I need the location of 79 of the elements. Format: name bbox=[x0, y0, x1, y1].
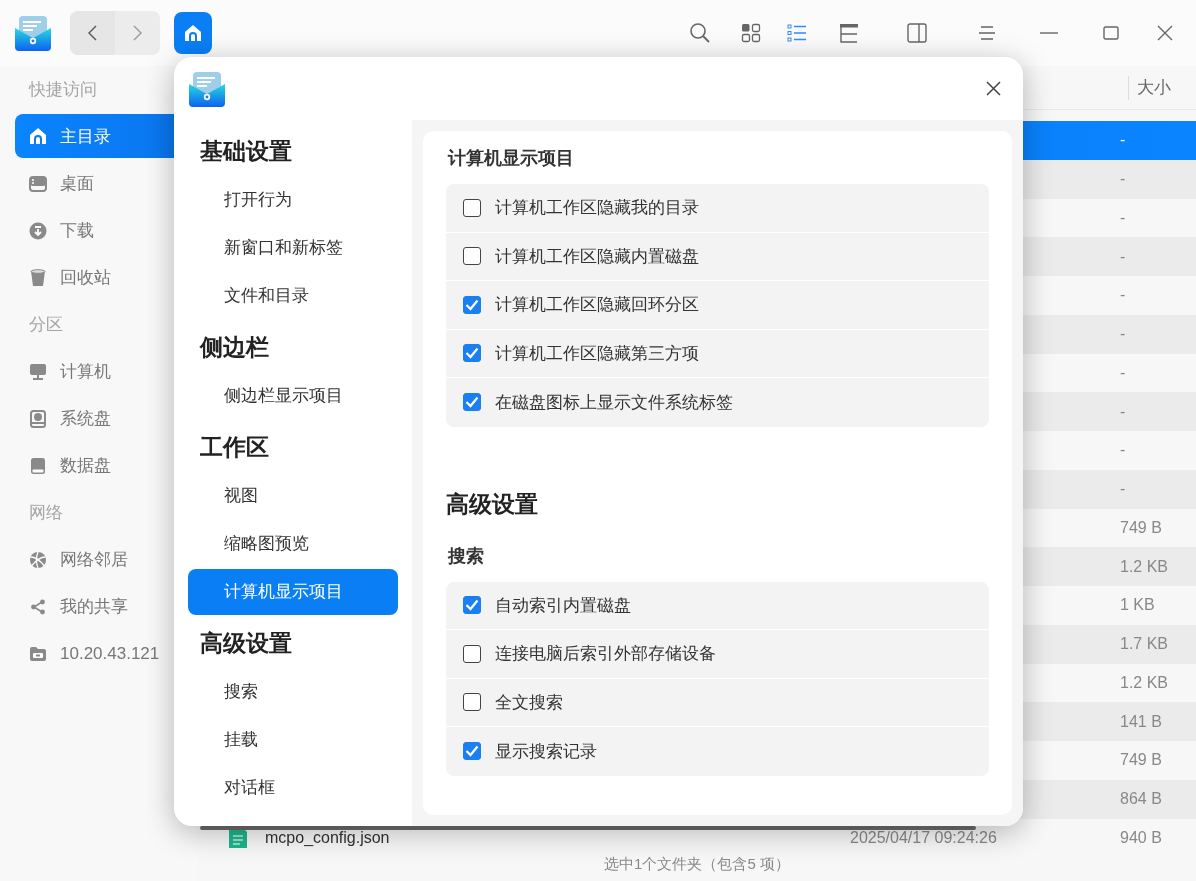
option-label: 计算机工作区隐藏第三方项 bbox=[495, 342, 699, 365]
checkbox[interactable] bbox=[463, 295, 481, 314]
grid-view-icon[interactable] bbox=[741, 23, 761, 43]
file-size: 1 KB bbox=[1120, 596, 1155, 614]
close-button[interactable] bbox=[986, 81, 1001, 96]
settings-nav-item[interactable]: 计算机显示项目 bbox=[188, 569, 398, 615]
app-logo-icon bbox=[14, 14, 52, 52]
menu-icon[interactable] bbox=[978, 25, 996, 41]
option-label: 自动索引内置磁盘 bbox=[495, 594, 631, 617]
file-size: - bbox=[1120, 286, 1126, 304]
settings-group-title: 高级设置 bbox=[199, 629, 293, 658]
settings-nav-item[interactable]: 挂载 bbox=[188, 717, 398, 763]
file-size: - bbox=[1120, 170, 1126, 188]
option-label: 全文搜索 bbox=[495, 691, 563, 714]
home-breadcrumb-button[interactable] bbox=[174, 12, 212, 54]
checkbox[interactable] bbox=[463, 393, 481, 412]
home-icon bbox=[184, 24, 202, 42]
close-icon bbox=[986, 81, 1001, 96]
download-icon bbox=[29, 221, 47, 240]
computer-icon bbox=[29, 362, 47, 381]
file-size: 1.2 KB bbox=[1120, 557, 1169, 575]
home-icon bbox=[29, 127, 47, 145]
file-size: - bbox=[1120, 441, 1126, 459]
checkbox[interactable] bbox=[463, 693, 481, 712]
list-view-icon[interactable] bbox=[787, 24, 807, 42]
checkbox[interactable] bbox=[463, 742, 481, 761]
settings-group-title: 侧边栏 bbox=[198, 333, 270, 362]
file-name: mcpo_config.json bbox=[265, 828, 390, 846]
option-label: 连接电脑后索引外部存储设备 bbox=[495, 643, 716, 666]
status-text: 选中1个文件夹（包含5 项） bbox=[604, 855, 790, 874]
checkbox[interactable] bbox=[463, 247, 481, 266]
sidebar-section-title: 快捷访问 bbox=[27, 79, 98, 101]
file-size: - bbox=[1120, 247, 1126, 265]
file-size: 141 B bbox=[1120, 712, 1162, 730]
option-label: 在磁盘图标上显示文件系统标签 bbox=[495, 391, 733, 414]
file-size: - bbox=[1120, 402, 1126, 420]
option-label: 计算机工作区隐藏回环分区 bbox=[495, 294, 699, 317]
file-size: - bbox=[1120, 208, 1126, 226]
desktop-icon bbox=[29, 175, 47, 192]
folder-icon bbox=[29, 645, 47, 662]
settings-nav-item[interactable]: 对话框 bbox=[188, 765, 398, 811]
tree-view-icon[interactable] bbox=[838, 23, 859, 43]
subsection-title: 计算机显示项目 bbox=[446, 147, 575, 170]
close-icon[interactable] bbox=[1157, 25, 1173, 41]
scrollbar[interactable] bbox=[200, 826, 976, 830]
sidebar-section-title: 网络 bbox=[28, 502, 64, 524]
maximize-icon[interactable] bbox=[1103, 26, 1119, 40]
section-heading: 高级设置 bbox=[446, 489, 539, 519]
file-size: 749 B bbox=[1120, 751, 1162, 769]
search-icon[interactable] bbox=[688, 22, 711, 44]
sidebar-section-title: 分区 bbox=[28, 314, 64, 336]
checkbox[interactable] bbox=[463, 198, 481, 217]
trash-icon bbox=[29, 268, 47, 287]
checkbox[interactable] bbox=[463, 644, 481, 663]
forward-icon bbox=[133, 25, 142, 41]
column-header[interactable]: 大小 bbox=[1128, 75, 1196, 100]
option-label: 计算机工作区隐藏我的目录 bbox=[495, 197, 699, 220]
file-size: 749 B bbox=[1120, 518, 1162, 536]
share-icon bbox=[29, 598, 47, 615]
file-size: 1.2 KB bbox=[1120, 673, 1169, 691]
file-size: - bbox=[1120, 325, 1126, 343]
file-size: 1.7 KB bbox=[1120, 635, 1169, 653]
settings-group-title: 工作区 bbox=[199, 433, 270, 462]
settings-logo-icon bbox=[188, 69, 226, 108]
file-size: - bbox=[1120, 363, 1126, 381]
settings-group-title: 基础设置 bbox=[199, 137, 293, 166]
file-size: 864 B bbox=[1120, 790, 1162, 808]
checkbox[interactable] bbox=[463, 344, 481, 363]
file-size: - bbox=[1120, 480, 1126, 498]
modified-date: 2025/04/17 09:24:26 bbox=[850, 828, 997, 846]
subsection-title: 搜索 bbox=[447, 544, 485, 568]
checkbox[interactable] bbox=[463, 596, 481, 615]
option-label: 计算机工作区隐藏内置磁盘 bbox=[495, 245, 699, 268]
option-label: 显示搜索记录 bbox=[495, 740, 597, 763]
globe-icon bbox=[29, 550, 47, 569]
back-icon bbox=[88, 25, 97, 41]
file-size: - bbox=[1120, 131, 1126, 149]
side-panel-icon[interactable] bbox=[906, 23, 927, 43]
file-size: 940 B bbox=[1120, 828, 1162, 846]
